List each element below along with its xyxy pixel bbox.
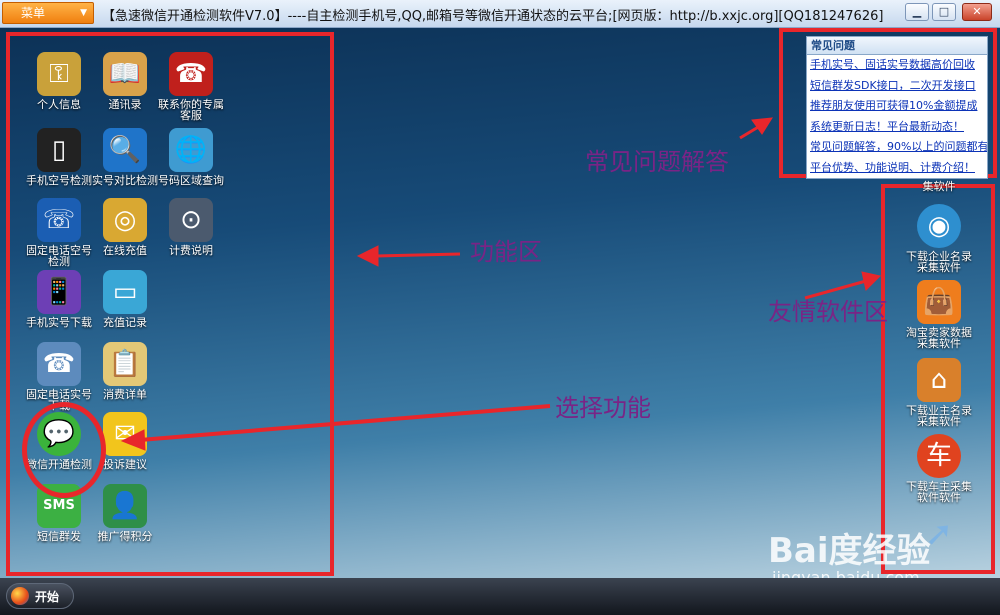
annotation-friend-software: 友情软件区	[768, 298, 888, 326]
faq-title: 常见问题	[807, 37, 987, 55]
close-button[interactable]: ✕	[962, 3, 992, 21]
windows-logo-icon	[11, 587, 29, 605]
faq-item[interactable]: 推荐朋友使用可获得10%金额提成	[807, 96, 987, 117]
arrow-head-friend-software	[861, 271, 881, 291]
faq-item[interactable]: 常见问题解答，90%以上的问题都有	[807, 137, 987, 158]
start-label: 开始	[35, 590, 60, 604]
arrow-function-area	[374, 252, 461, 258]
maximize-icon: □	[938, 5, 950, 18]
faq-panel: 常见问题 手机实号、固话实号数据高价回收 短信群发SDK接口，二次开发接口 推荐…	[806, 36, 988, 179]
annotation-faq: 常见问题解答	[585, 148, 729, 176]
faq-item[interactable]: 系统更新日志！平台最新动态！	[807, 117, 987, 138]
menu-button-label: 菜单	[21, 6, 46, 20]
annotation-select-function: 选择功能	[555, 394, 651, 422]
taskbar: 开始	[0, 578, 1000, 615]
menu-arrow-icon: ▼	[80, 8, 87, 18]
arrow-head-select-function	[120, 429, 146, 451]
watermark-url: jingyan.baidu.com	[772, 568, 920, 578]
watermark-logo: Bai度经验	[768, 531, 931, 571]
close-icon: ✕	[972, 5, 982, 18]
maximize-button[interactable]: □	[932, 3, 956, 21]
start-button[interactable]: 开始	[6, 583, 74, 609]
faq-item[interactable]: 平台优势、功能说明、计费介绍！	[807, 158, 987, 179]
arrow-head-faq	[751, 117, 773, 135]
arrow-head-function-area	[356, 245, 379, 267]
arrow-select-function	[139, 404, 551, 442]
faq-item[interactable]: 短信群发SDK接口，二次开发接口	[807, 76, 987, 97]
minimize-button[interactable]: ▁	[905, 3, 929, 21]
faq-item[interactable]: 手机实号、固话实号数据高价回收	[807, 55, 987, 76]
title-bar: 菜单 ▼ 【急速微信开通检测软件V7.0】----自主检测手机号,QQ,邮箱号等…	[0, 0, 1000, 28]
menu-button[interactable]: 菜单 ▼	[2, 2, 94, 24]
annotation-function-area: 功能区	[470, 238, 542, 266]
minimize-icon: ▁	[912, 5, 922, 18]
window-title: 【急速微信开通检测软件V7.0】----自主检测手机号,QQ,邮箱号等微信开通状…	[102, 9, 884, 24]
